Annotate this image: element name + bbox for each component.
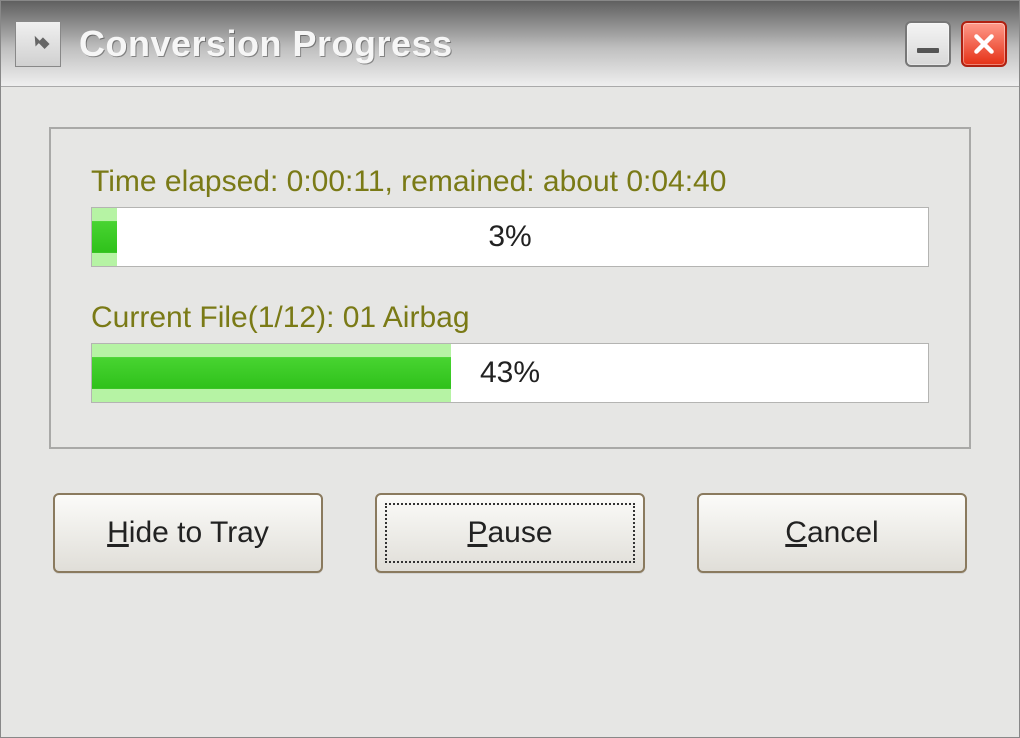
button-label: Pause	[467, 516, 552, 550]
minimize-button[interactable]	[905, 21, 951, 67]
current-file-label: Current File(1/12): 01 Airbag	[91, 301, 929, 335]
button-row: Hide to Tray Pause Cancel	[49, 493, 971, 573]
button-label: Cancel	[785, 516, 878, 550]
minimize-icon	[917, 48, 939, 53]
app-icon	[15, 21, 61, 67]
file-progress-bar: 43%	[91, 343, 929, 403]
client-area: Time elapsed: 0:00:11, remained: about 0…	[1, 87, 1019, 737]
close-icon	[971, 31, 997, 57]
button-label: Hide to Tray	[107, 516, 269, 550]
close-button[interactable]	[961, 21, 1007, 67]
window-controls	[905, 21, 1007, 67]
file-progress-percent: 43%	[92, 344, 928, 402]
cancel-button[interactable]: Cancel	[697, 493, 967, 573]
time-elapsed-label: Time elapsed: 0:00:11, remained: about 0…	[91, 165, 929, 199]
overall-progress-percent: 3%	[92, 208, 928, 266]
progress-panel: Time elapsed: 0:00:11, remained: about 0…	[49, 127, 971, 449]
window-title: Conversion Progress	[79, 23, 887, 65]
titlebar[interactable]: Conversion Progress	[1, 1, 1019, 87]
hide-to-tray-button[interactable]: Hide to Tray	[53, 493, 323, 573]
conversion-progress-window: Conversion Progress Time elapsed: 0:00:1…	[0, 0, 1020, 738]
overall-progress-bar: 3%	[91, 207, 929, 267]
pause-button[interactable]: Pause	[375, 493, 645, 573]
